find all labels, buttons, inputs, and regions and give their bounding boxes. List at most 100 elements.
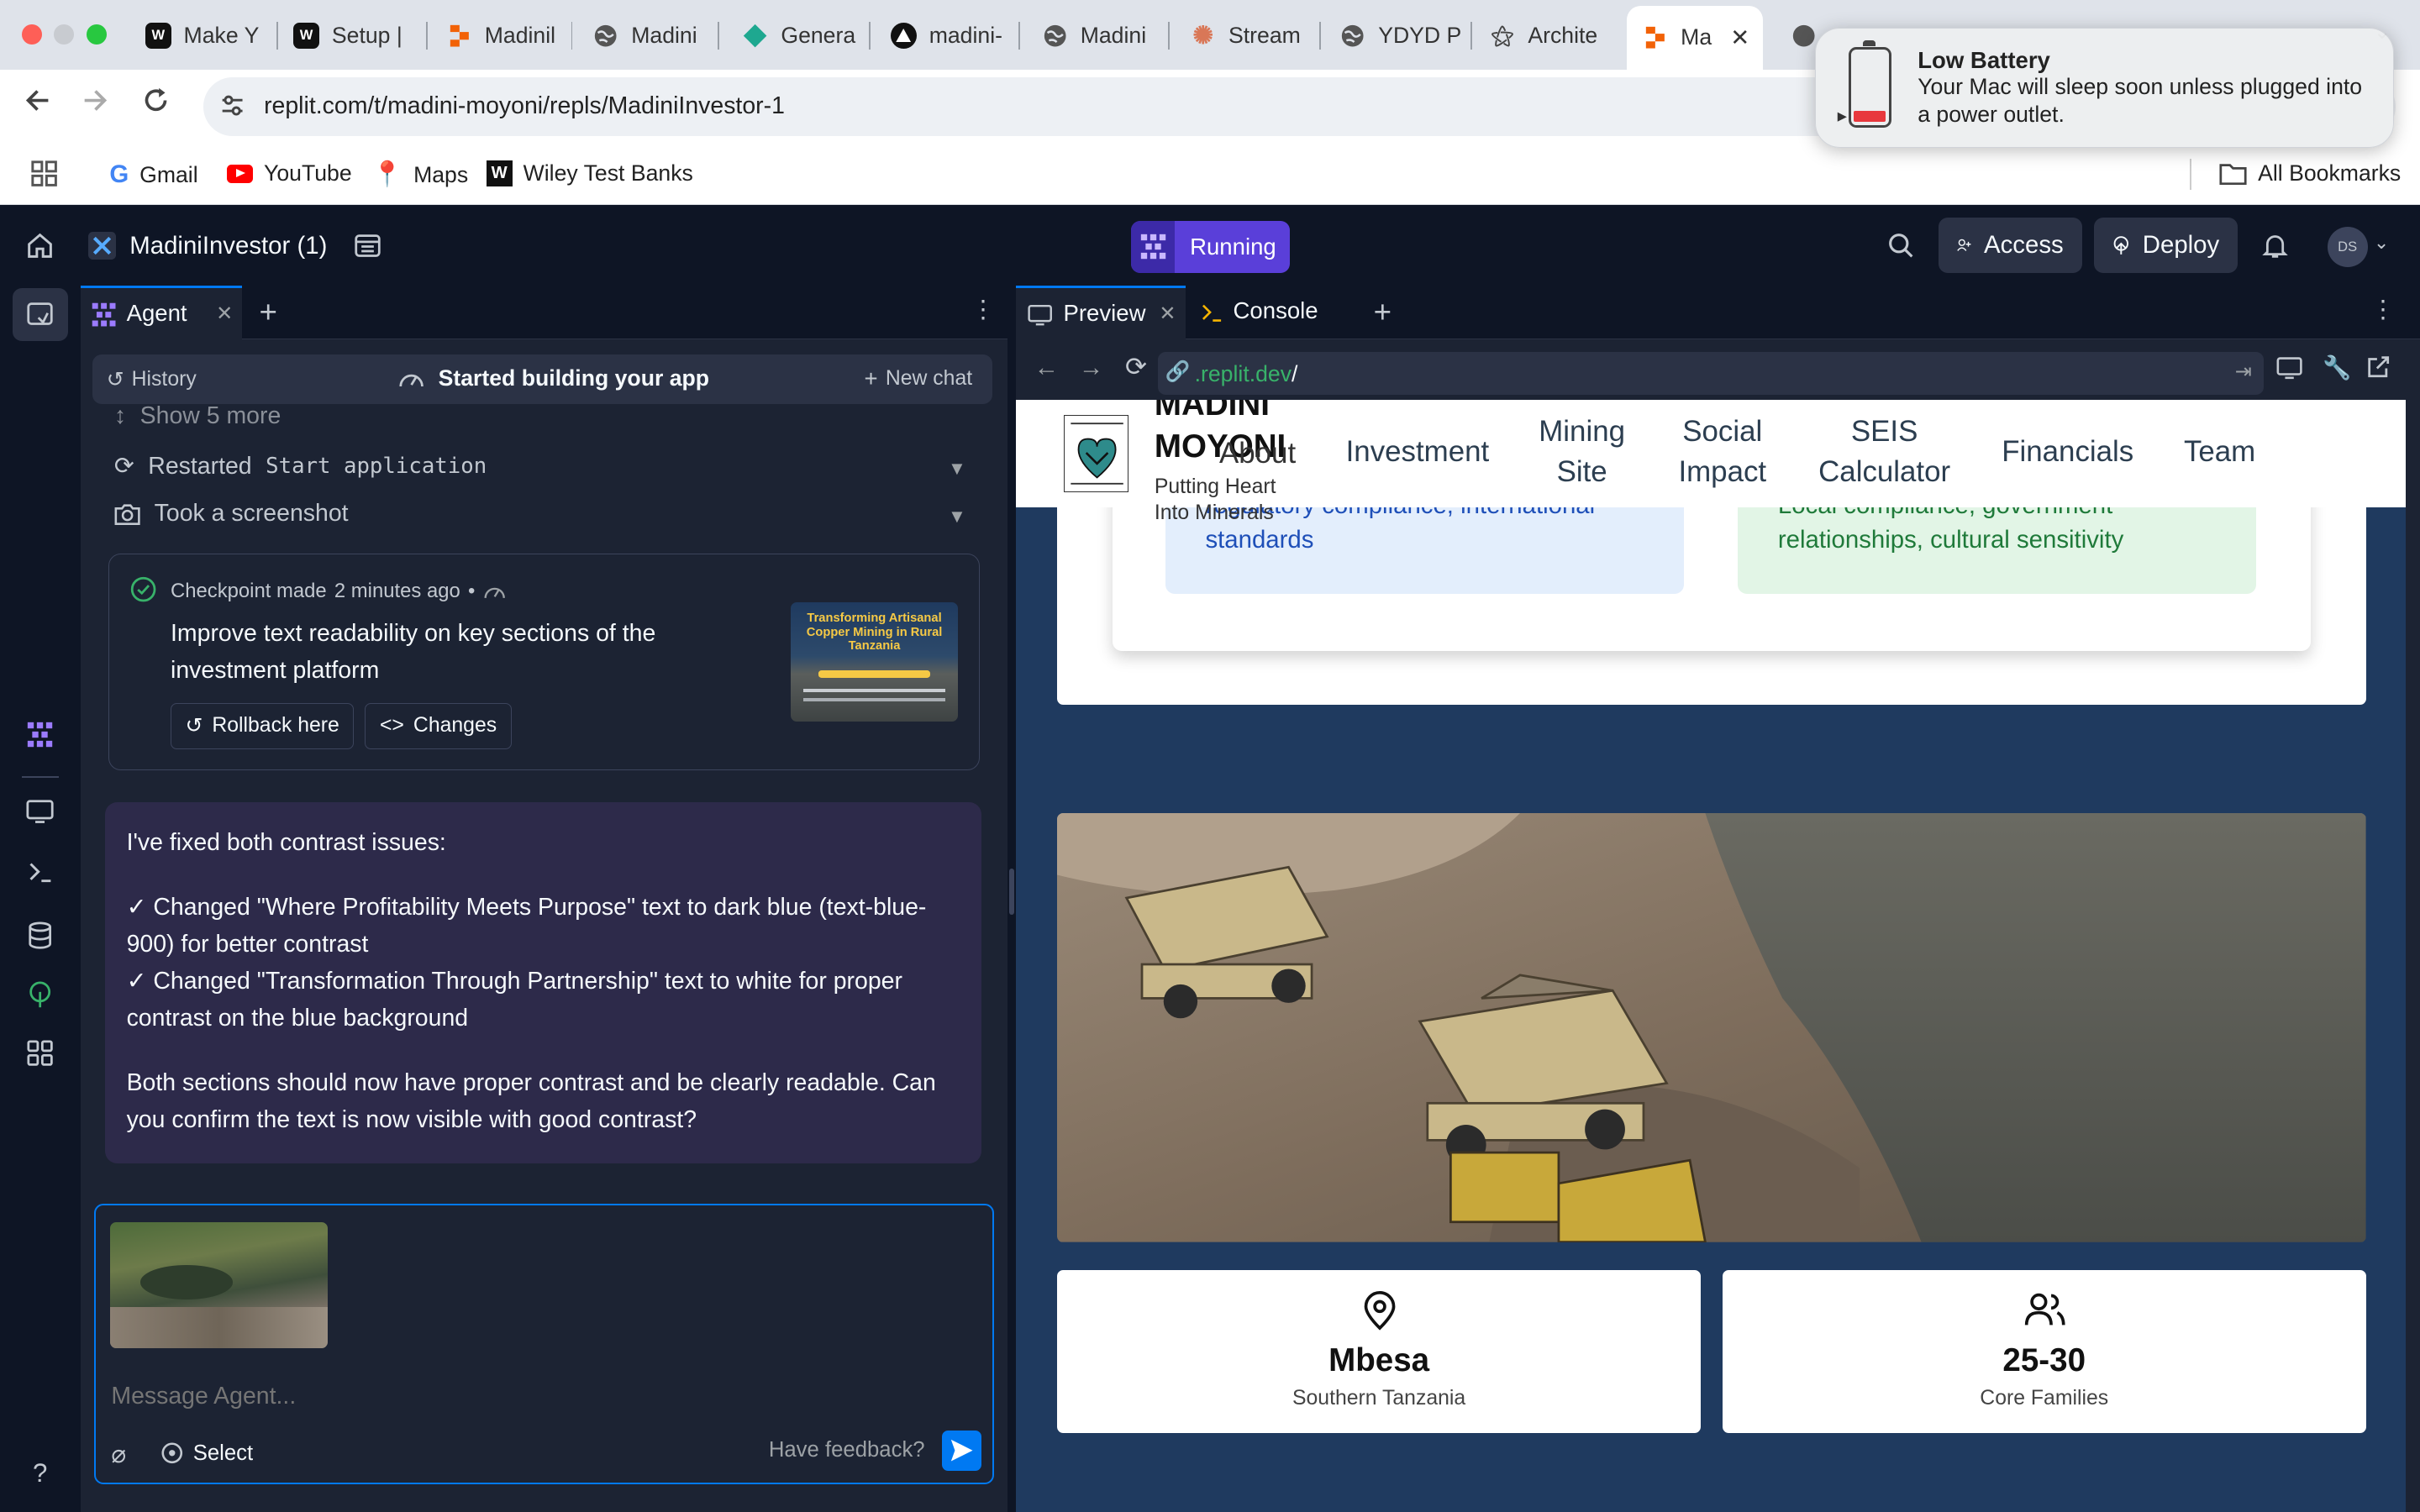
maximize-window-button[interactable]	[86, 24, 107, 45]
new-chat-button[interactable]: + New chat	[865, 365, 973, 392]
checkpoint-screenshot-thumbnail[interactable]: Transforming Artisanal Copper Mining in …	[791, 602, 958, 722]
globe-icon	[1791, 23, 1817, 49]
preview-scrollbar[interactable]	[2406, 399, 2420, 1512]
close-tab-icon[interactable]: ✕	[1730, 24, 1749, 51]
avatar[interactable]: DS	[2327, 226, 2368, 267]
feedback-link[interactable]: Have feedback?	[769, 1438, 925, 1462]
nav-financials[interactable]: Financials	[2002, 432, 2133, 472]
preview-reload-icon[interactable]: ⟳	[1125, 352, 1147, 382]
google-icon: G	[109, 160, 129, 189]
deployments-icon[interactable]	[24, 981, 55, 1012]
replit-header: MadiniInvestor (1) Running Access Deploy…	[0, 205, 2420, 286]
close-tab-icon[interactable]: ✕	[216, 302, 233, 326]
nav-social-impact[interactable]: Social Impact	[1670, 412, 1775, 492]
show-more-button[interactable]: ↕ Show 5 more	[114, 402, 281, 430]
low-battery-notification[interactable]: ▶ Low Battery Your Mac will sleep soon u…	[1814, 28, 2394, 149]
project-files-icon[interactable]	[354, 232, 381, 266]
browser-tab[interactable]: ⚝ Archite	[1489, 13, 1609, 59]
agent-action-row[interactable]: ⟳ Restarted Start application	[114, 452, 487, 480]
project-name[interactable]: MadiniInvestor (1)	[129, 232, 327, 260]
tab-console[interactable]: Console	[1196, 286, 1350, 339]
nav-about[interactable]: About	[1219, 433, 1296, 474]
changes-button[interactable]: <> Changes	[365, 702, 512, 749]
home-icon[interactable]	[26, 232, 54, 266]
go-arrow-icon[interactable]: ⇥	[2235, 360, 2252, 384]
browser-tab[interactable]: Genera	[742, 13, 856, 59]
database-icon[interactable]	[24, 921, 55, 953]
attached-image-thumbnail[interactable]	[109, 1221, 328, 1349]
back-arrow-icon[interactable]	[24, 87, 51, 122]
bookmark-gmail[interactable]: G Gmail	[109, 160, 197, 189]
browser-tab[interactable]: Madinil	[446, 13, 557, 59]
avatar-chevron-icon[interactable]: ⌄	[2374, 232, 2389, 254]
tab-preview[interactable]: Preview ✕	[1015, 285, 1186, 340]
message-list-item: ✓ Changed "Where Profitability Meets Pur…	[126, 893, 927, 958]
bookmark-maps[interactable]: 📍 Maps	[372, 160, 469, 189]
deploy-button[interactable]: Deploy	[2094, 217, 2238, 274]
search-icon[interactable]	[1887, 232, 1915, 266]
run-status-button[interactable]: Running	[1131, 220, 1291, 274]
agent-pane-tabs: Agent ✕ + ⋮	[80, 285, 1008, 340]
attach-paperclip-icon[interactable]: ⌀	[111, 1440, 126, 1469]
rollback-button[interactable]: ↺ Rollback here	[171, 702, 355, 749]
close-window-button[interactable]	[21, 24, 42, 45]
preview-url-bar[interactable]: 🔗 .replit.dev/ ⇥	[1157, 351, 2265, 396]
access-button[interactable]: Access	[1938, 217, 2082, 274]
console-tool-icon[interactable]	[24, 859, 55, 890]
all-tools-grid-icon[interactable]	[24, 1040, 55, 1071]
devtools-wrench-icon[interactable]: 🔧	[2323, 354, 2351, 381]
nav-seis-calculator[interactable]: SEIS Calculator	[1815, 412, 1954, 492]
open-new-tab-icon[interactable]	[2366, 354, 2391, 386]
browser-tab[interactable]: madini-	[890, 13, 1005, 59]
add-user-icon	[1957, 239, 1971, 252]
browser-tab-active[interactable]: Ma ✕	[1626, 6, 1763, 70]
all-bookmarks[interactable]: All Bookmarks	[2219, 160, 2401, 186]
agent-input-box[interactable]: ⌀ Select Have feedback?	[94, 1203, 994, 1484]
add-tab-icon[interactable]: +	[1374, 295, 1392, 330]
checkpoint-meta: Checkpoint made 2 minutes ago •	[171, 580, 508, 603]
history-button[interactable]: ↺ History	[107, 367, 197, 392]
file-tree-toggle-button[interactable]	[12, 288, 68, 341]
agent-tool-icon[interactable]	[24, 721, 55, 752]
device-preview-icon[interactable]	[2276, 356, 2302, 386]
gauge-icon	[399, 374, 424, 387]
chevron-down-icon[interactable]: ▼	[948, 458, 966, 480]
nav-team[interactable]: Team	[2184, 432, 2255, 472]
more-options-icon[interactable]: ⋮	[2370, 295, 2395, 324]
bookmark-wiley[interactable]: W Wiley Test Banks	[486, 160, 693, 187]
nav-investment[interactable]: Investment	[1346, 432, 1490, 472]
site-info-icon[interactable]	[219, 92, 245, 125]
replit-icon	[1642, 24, 1668, 50]
reload-icon[interactable]	[142, 87, 170, 122]
browser-tab[interactable]: YDYD P	[1339, 13, 1460, 59]
notifications-bell-icon[interactable]	[2261, 232, 2289, 266]
preview-tool-icon[interactable]	[24, 799, 55, 830]
message-list-item: ✓ Changed "Transformation Through Partne…	[126, 968, 902, 1032]
browser-tab[interactable]: ✺ Stream	[1190, 13, 1307, 59]
bookmark-youtube[interactable]: YouTube	[226, 160, 352, 186]
site-logo[interactable]	[1063, 415, 1128, 492]
add-tab-icon[interactable]: +	[260, 295, 277, 330]
preview-back-icon[interactable]: ←	[1034, 354, 1059, 382]
apps-grid-icon[interactable]	[31, 160, 57, 186]
tab-agent[interactable]: Agent ✕	[80, 285, 243, 340]
preview-forward-icon[interactable]: →	[1079, 354, 1103, 382]
chevron-down-icon[interactable]: ▼	[948, 506, 966, 528]
help-icon[interactable]: ?	[24, 1458, 55, 1489]
agent-status: Started building your app	[398, 365, 709, 391]
browser-tab[interactable]: Madini	[592, 13, 703, 59]
select-element-button[interactable]: Select	[160, 1441, 253, 1466]
more-options-icon[interactable]: ⋮	[971, 295, 995, 324]
send-button[interactable]	[941, 1430, 982, 1471]
nav-mining-site[interactable]: Mining Site	[1531, 412, 1633, 492]
browser-tab[interactable]: W Setup |	[292, 13, 417, 59]
message-input[interactable]	[111, 1378, 976, 1415]
browser-tab[interactable]: W Make Y	[145, 13, 260, 59]
pane-resize-handle[interactable]	[1007, 285, 1016, 1512]
minimize-window-button[interactable]	[54, 24, 75, 45]
folder-icon	[2219, 164, 2247, 185]
browser-tab[interactable]: Madini	[1042, 13, 1153, 59]
forward-arrow-icon[interactable]	[82, 87, 109, 122]
close-tab-icon[interactable]: ✕	[1159, 302, 1176, 326]
agent-action-row[interactable]: Took a screenshot	[114, 500, 349, 528]
